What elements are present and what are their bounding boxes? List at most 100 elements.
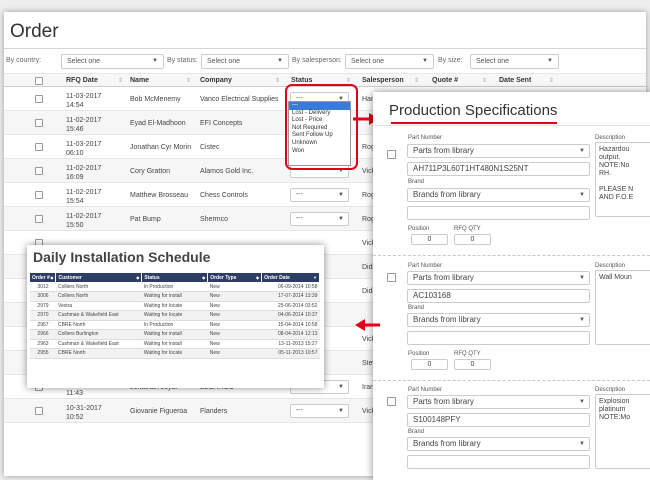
brand-input[interactable]: [407, 206, 590, 220]
name-cell: Matthew Brosseau: [130, 192, 188, 199]
sort-icon: ◆: [202, 274, 206, 280]
table-row[interactable]: 2967 CBRE North In Production New 15-04-2014…: [30, 320, 320, 330]
part-number-input[interactable]: AC103168: [407, 289, 590, 303]
table-row[interactable]: 2970 Cushman & Wakefield East Waiting for …: [30, 310, 320, 321]
table-row[interactable]: 2979 Vestra Waiting for locate New 25-06-201…: [30, 301, 320, 311]
salesperson-filter-select[interactable]: Select one ▼: [345, 54, 434, 69]
order-type-cell: New: [207, 282, 262, 292]
part-number-input[interactable]: AH711P3L60T1HT480N1S25NT: [407, 162, 590, 176]
brand-input[interactable]: [407, 331, 590, 345]
select-all-checkbox[interactable]: [35, 77, 43, 85]
sort-icon[interactable]: ⇕: [482, 77, 487, 84]
rfq-qty-input[interactable]: 0: [454, 234, 491, 245]
table-row[interactable]: 3012 Colliers North In Production New 06-09-…: [30, 282, 320, 292]
rfq-date-cell: 11-03-2017 06:10: [66, 141, 102, 157]
part-select[interactable]: Parts from library ▼: [407, 395, 590, 409]
sort-icon[interactable]: ⇕: [118, 77, 123, 84]
status-cell: Waiting for locate: [141, 310, 208, 321]
table-row[interactable]: 2963 Cushman & Wakefield East Waiting for …: [30, 339, 320, 349]
customer-cell: Cushman & Wakefield East: [55, 310, 142, 321]
status-select[interactable]: --- ▼: [290, 212, 349, 226]
table-row[interactable]: 3006 Colliers North Waiting for install New…: [30, 291, 320, 302]
part-select[interactable]: Parts from library ▼: [407, 271, 590, 285]
canvas: Order By country: Select one ▼ By status…: [0, 0, 650, 480]
rfq-date-cell: 11-02-2017 15:50: [66, 213, 102, 229]
chevron-down-icon: ▼: [338, 384, 344, 390]
part-select[interactable]: Parts from library ▼: [407, 144, 590, 158]
description-textarea[interactable]: Wall Moun: [595, 270, 650, 345]
column-header-order-type[interactable]: Order Type ◆: [207, 273, 263, 282]
brand-label: Brand: [408, 179, 425, 185]
name-cell: Eyad El-Madhoon: [130, 120, 186, 127]
part-select-value: Parts from library: [413, 146, 474, 155]
page-title: Order: [10, 21, 59, 42]
row-checkbox[interactable]: [35, 191, 43, 199]
column-header-status[interactable]: Status ◆: [141, 273, 209, 282]
daily-title: Daily Installation Schedule: [33, 249, 211, 265]
sort-icon[interactable]: ⇕: [186, 77, 191, 84]
column-header-order-number[interactable]: Order # ◆: [30, 273, 57, 282]
production-title: Production Specifications: [389, 102, 558, 119]
sort-icon[interactable]: ⇕: [346, 77, 351, 84]
spec-checkbox[interactable]: [387, 150, 396, 159]
table-row[interactable]: 2966 Colliers Burlington Waiting for insta…: [30, 329, 320, 340]
column-header-salesperson[interactable]: Salesperson: [362, 77, 404, 84]
description-textarea[interactable]: Hazardou output. NOTE:No RH. PLEASE N AN…: [595, 142, 650, 217]
rfq-date-cell: 11-03-2017 14:54: [66, 93, 102, 109]
customer-cell: Vestra: [55, 301, 142, 311]
column-label: Status: [144, 274, 160, 281]
column-header-quote[interactable]: Quote #: [432, 77, 458, 84]
size-filter-select[interactable]: Select one ▼: [470, 54, 559, 69]
spec-checkbox[interactable]: [387, 397, 396, 406]
rfq-qty-input[interactable]: 0: [454, 359, 491, 370]
order-type-cell: New: [207, 329, 262, 340]
position-label: Position: [408, 351, 430, 357]
sort-icon[interactable]: ⇕: [414, 77, 419, 84]
rfq-qty-label: RFQ QTY: [454, 226, 481, 232]
brand-select[interactable]: Brands from library ▼: [407, 188, 590, 202]
name-cell: Jonathan Cyr Morin: [130, 144, 192, 151]
status-cell: In Production: [141, 320, 208, 330]
company-cell: Chess Controls: [200, 192, 248, 199]
order-type-cell: New: [207, 291, 262, 302]
customer-cell: Cushman & Wakefield East: [55, 339, 142, 349]
table-row[interactable]: 2955 CBRE North Waiting for locate New 05-11…: [30, 348, 320, 359]
column-header-order-date[interactable]: Order Date ▼: [261, 273, 320, 282]
chevron-down-icon: ▼: [422, 58, 428, 64]
row-checkbox[interactable]: [35, 215, 43, 223]
company-cell: Flanders: [200, 408, 228, 415]
status-cell: Waiting for locate: [141, 348, 208, 359]
column-header-status[interactable]: Status: [291, 77, 312, 84]
chevron-down-icon: ▼: [579, 441, 585, 447]
brand-input[interactable]: [407, 455, 590, 469]
brand-label: Brand: [408, 429, 425, 435]
column-header-company[interactable]: Company: [200, 77, 232, 84]
brand-select[interactable]: Brands from library ▼: [407, 437, 590, 451]
spec-checkbox[interactable]: [387, 273, 396, 282]
country-filter-select[interactable]: Select one ▼: [61, 54, 164, 69]
status-select[interactable]: --- ▼: [290, 404, 349, 418]
row-checkbox[interactable]: [35, 95, 43, 103]
status-filter-select[interactable]: Select one ▼: [201, 54, 289, 69]
brand-select[interactable]: Brands from library ▼: [407, 313, 590, 327]
sort-icon[interactable]: ⇕: [275, 77, 280, 84]
position-input[interactable]: 0: [411, 234, 448, 245]
order-number-cell: 2955: [30, 348, 56, 359]
column-header-customer[interactable]: Customer ◆: [55, 273, 143, 282]
column-header-date-sent[interactable]: Date Sent: [499, 77, 531, 84]
rfq-date-cell: 11-02-2017 15:54: [66, 189, 102, 205]
column-header-name[interactable]: Name: [130, 77, 149, 84]
part-number-input[interactable]: S100148PFY: [407, 413, 590, 427]
row-checkbox[interactable]: [35, 167, 43, 175]
column-header-rfq-date[interactable]: RFQ Date: [66, 77, 98, 84]
row-checkbox[interactable]: [35, 119, 43, 127]
spec-separator: [373, 380, 650, 381]
brand-select-value: Brands from library: [413, 315, 481, 324]
position-input[interactable]: 0: [411, 359, 448, 370]
description-textarea[interactable]: Explosion platinum NOTE:Mo: [595, 394, 650, 469]
sort-icon[interactable]: ⇕: [549, 77, 554, 84]
row-checkbox[interactable]: [35, 407, 43, 415]
order-type-cell: New: [207, 310, 262, 321]
status-select[interactable]: --- ▼: [290, 188, 349, 202]
row-checkbox[interactable]: [35, 143, 43, 151]
